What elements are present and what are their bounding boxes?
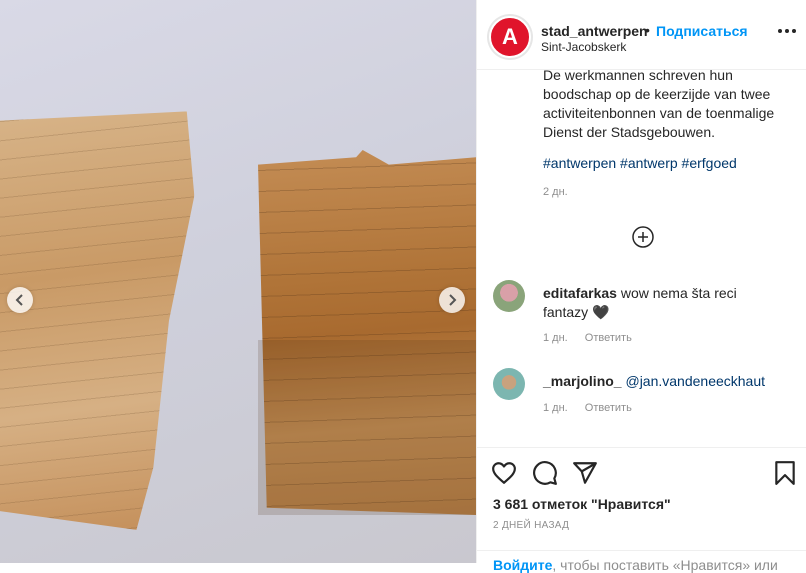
username-link[interactable]: stad_antwerpen	[541, 23, 648, 39]
caption-text: De werkmannen schreven hun boodschap op …	[543, 67, 775, 140]
comment-age: 1 дн.	[543, 332, 568, 344]
post-header: A stad_antwerpen • Подписаться Sint-Jaco…	[477, 0, 806, 70]
letter-image-left	[0, 104, 197, 531]
post-actions: 3 681 отметок "Нравится" 2 ДНЕЙ НАЗАД Во…	[477, 447, 806, 573]
comment-mention[interactable]: @jan.vandeneeckhaut	[625, 373, 765, 389]
chevron-left-icon	[15, 294, 23, 306]
chevron-right-icon	[449, 294, 457, 306]
comment-age: 1 дн.	[543, 402, 568, 414]
comment-icon[interactable]	[532, 460, 558, 486]
comment-meta: 1 дн. Ответить	[543, 332, 646, 344]
caption-age: 2 дн.	[543, 186, 568, 198]
comment-username[interactable]: editafarkas	[543, 285, 617, 301]
prev-image-button[interactable]	[7, 287, 33, 313]
share-icon[interactable]	[572, 460, 598, 486]
more-icon[interactable]	[777, 28, 797, 34]
comment-text: _marjolino_ @jan.vandeneeckhaut	[543, 372, 783, 391]
comment-username[interactable]: _marjolino_	[543, 373, 622, 389]
bookmark-icon[interactable]	[772, 460, 798, 486]
post-panel: A stad_antwerpen • Подписаться Sint-Jaco…	[476, 0, 806, 573]
avatar[interactable]: A	[489, 16, 531, 58]
likes-count[interactable]: 3 681 отметок "Нравится"	[493, 496, 671, 512]
login-prompt: Войдите, чтобы поставить «Нравится» или	[477, 550, 806, 573]
post-date: 2 ДНЕЙ НАЗАД	[493, 520, 570, 531]
next-image-button[interactable]	[439, 287, 465, 313]
comment-meta: 1 дн. Ответить	[543, 402, 646, 414]
reply-button[interactable]: Ответить	[585, 402, 632, 414]
reply-button[interactable]: Ответить	[585, 332, 632, 344]
comment-text: editafarkas wow nema šta reci fantazy 🖤	[543, 284, 783, 322]
separator-dot: •	[645, 22, 650, 38]
avatar[interactable]	[493, 368, 525, 400]
shadow	[258, 340, 476, 515]
avatar[interactable]	[493, 280, 525, 312]
post-media	[0, 0, 476, 563]
login-text: , чтобы поставить «Нравится» или	[552, 557, 778, 573]
plus-circle-icon[interactable]	[632, 226, 654, 248]
heart-icon[interactable]	[491, 460, 517, 486]
hashtags[interactable]: #antwerpen #antwerp #erfgoed	[543, 155, 737, 171]
follow-button[interactable]: Подписаться	[656, 23, 748, 39]
location-link[interactable]: Sint-Jacobskerk	[541, 40, 626, 54]
login-link[interactable]: Войдите	[493, 557, 552, 573]
avatar-letter: A	[502, 24, 518, 49]
